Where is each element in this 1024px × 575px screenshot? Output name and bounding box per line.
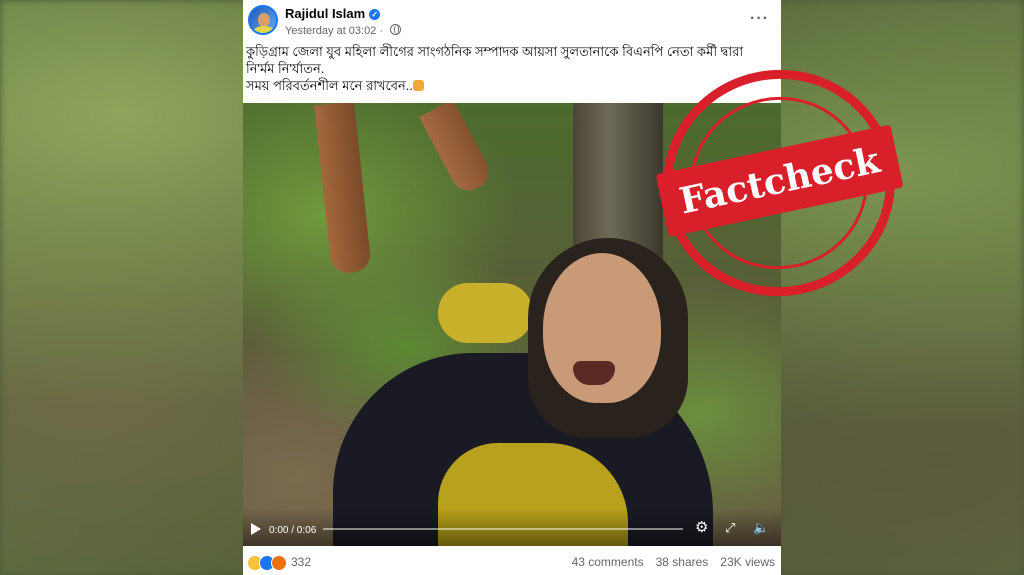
- post-timestamp[interactable]: Yesterday at 03:02: [285, 25, 376, 37]
- post-header: Rajidul Islam ✓ Yesterday at 03:02 · ···: [243, 0, 781, 44]
- angry-reaction-icon: [271, 554, 287, 571]
- post-text: কুড়িগ্রাম জেলা যুব মহিলা লীগের সাংগঠনিক…: [246, 43, 776, 94]
- mute-icon[interactable]: 🔈: [753, 520, 769, 536]
- more-options-icon[interactable]: ···: [750, 10, 769, 28]
- fullscreen-icon[interactable]: ⤢: [725, 520, 735, 536]
- play-icon[interactable]: [251, 523, 261, 535]
- avatar-face: [258, 13, 270, 27]
- shares-count[interactable]: 38 shares: [656, 555, 709, 569]
- video-person-scarf-top: [438, 283, 533, 343]
- settings-gear-icon[interactable]: ⚙: [695, 518, 708, 536]
- post-footer: 332 43 comments 38 shares 23K views: [243, 546, 781, 575]
- verified-badge-icon: ✓: [369, 9, 381, 20]
- post-meta: Yesterday at 03:02 ·: [285, 24, 402, 37]
- avatar[interactable]: [248, 5, 278, 35]
- post-text-line-1: কুড়িগ্রাম জেলা যুব মহিলা লীগের সাংগঠনিক…: [246, 44, 744, 59]
- video-controls: 0:00 / 0:06 ⚙ ⤢ 🔈: [243, 508, 781, 546]
- comments-count[interactable]: 43 comments: [572, 555, 644, 569]
- globe-icon: [390, 24, 402, 35]
- post-text-line-3: সময় পরিবর্তনশীল মনে রাখবেন..: [246, 77, 776, 94]
- video-progress-bar[interactable]: [323, 528, 683, 530]
- post-stats: 43 comments 38 shares 23K views: [560, 555, 775, 569]
- video-person-mouth: [573, 361, 615, 385]
- author-name-text: Rajidul Islam: [285, 6, 366, 21]
- views-count: 23K views: [720, 555, 775, 569]
- video-time: 0:00 / 0:06: [269, 525, 317, 536]
- fist-emoji-icon: [412, 80, 424, 91]
- reactions[interactable]: [247, 554, 287, 572]
- reaction-count[interactable]: 332: [291, 555, 311, 569]
- facebook-post: Rajidul Islam ✓ Yesterday at 03:02 · ··· …: [243, 0, 781, 575]
- author-name[interactable]: Rajidul Islam ✓: [285, 6, 381, 21]
- post-text-line-2: নি'র্মম নি'র্যাতন.: [246, 61, 325, 76]
- avatar-shirt: [253, 26, 275, 33]
- post-text-line-3-text: সময় পরিবর্তনশীল মনে রাখবেন..: [246, 78, 413, 93]
